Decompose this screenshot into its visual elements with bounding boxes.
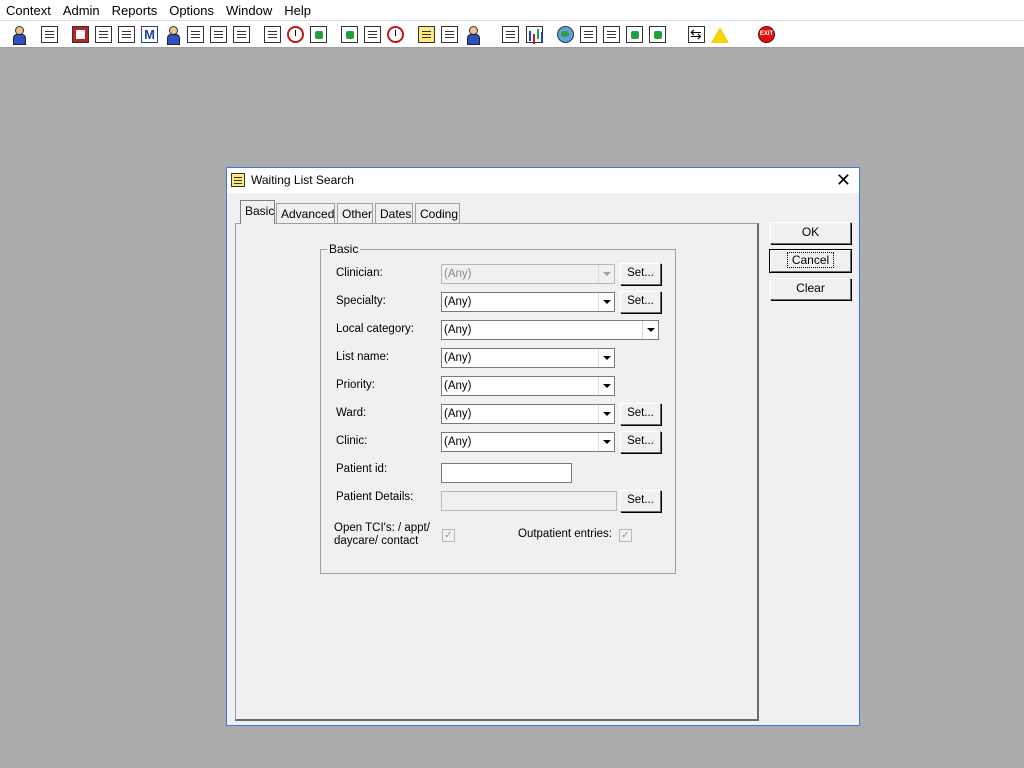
green-arrow-icon[interactable] (624, 24, 645, 45)
bed-icon[interactable] (439, 24, 460, 45)
chevron-down-icon[interactable] (598, 349, 614, 367)
clinician-set-button[interactable]: Set... (620, 263, 661, 285)
flag-icon[interactable] (208, 24, 229, 45)
menu-window[interactable]: Window (220, 3, 278, 18)
clinician-select: (Any) (441, 264, 615, 284)
tab-advanced[interactable]: Advanced (276, 203, 335, 224)
ok-button[interactable]: OK (770, 222, 851, 244)
chevron-down-icon[interactable] (598, 293, 614, 311)
notepad-icon[interactable] (416, 24, 437, 45)
specialty-value: (Any) (444, 296, 472, 308)
toolbar: M EXIT (0, 20, 1024, 48)
clinician-value: (Any) (444, 268, 472, 280)
tab-basic[interactable]: Basic (240, 200, 275, 224)
clinic-value: (Any) (444, 436, 472, 448)
priority-select[interactable]: (Any) (441, 376, 615, 396)
clear-button[interactable]: Clear (770, 278, 851, 300)
tab-dates[interactable]: Dates (375, 203, 413, 224)
green-check-icon[interactable] (647, 24, 668, 45)
tab-other[interactable]: Other (337, 203, 373, 224)
list-icon[interactable] (116, 24, 137, 45)
list-name-value: (Any) (444, 352, 472, 364)
waiting-list-search-dialog: Waiting List Search ✕ Basic Advanced Oth… (226, 167, 860, 726)
patient-details-field (441, 491, 617, 511)
list-name-select[interactable]: (Any) (441, 348, 615, 368)
ward-label: Ward: (336, 407, 367, 419)
clinic-select[interactable]: (Any) (441, 432, 615, 452)
menu-bar: Context Admin Reports Options Window Hel… (0, 0, 1024, 20)
specialty-set-button[interactable]: Set... (620, 291, 661, 313)
menu-options[interactable]: Options (163, 3, 220, 18)
list-name-label: List name: (336, 351, 390, 363)
menu-help[interactable]: Help (278, 3, 317, 18)
target-icon[interactable] (385, 24, 406, 45)
specialty-select[interactable]: (Any) (441, 292, 615, 312)
local-category-value: (Any) (444, 324, 472, 336)
notes-icon[interactable] (185, 24, 206, 45)
tools-icon[interactable] (262, 24, 283, 45)
checklist-icon[interactable] (578, 24, 599, 45)
local-category-label: Local category: (336, 323, 414, 335)
person-icon[interactable] (8, 24, 29, 45)
exit-icon[interactable]: EXIT (756, 24, 777, 45)
tab-coding[interactable]: Coding (415, 203, 460, 224)
cancel-button-label: Cancel (786, 252, 835, 268)
check-down-icon[interactable] (601, 24, 622, 45)
chevron-down-icon[interactable] (642, 321, 658, 339)
patient-icon[interactable] (162, 24, 183, 45)
report-icon[interactable] (362, 24, 383, 45)
open-tcis-label-line2: daycare/ contact (334, 535, 419, 547)
clock-icon[interactable] (285, 24, 306, 45)
menu-reports[interactable]: Reports (106, 3, 164, 18)
patient-details-set-button[interactable]: Set... (620, 490, 661, 512)
basic-groupbox: Basic Clinician: (Any) Set... Specialty:… (320, 242, 676, 574)
menu-context[interactable]: Context (0, 3, 57, 18)
m-icon[interactable]: M (139, 24, 160, 45)
page-icon[interactable] (500, 24, 521, 45)
patient-details-label: Patient Details: (336, 491, 414, 503)
chart-icon[interactable] (524, 24, 545, 45)
notepad-icon (231, 173, 245, 187)
menu-admin[interactable]: Admin (57, 3, 106, 18)
monitor-icon[interactable] (339, 24, 360, 45)
basic-tab-panel: Basic Clinician: (Any) Set... Specialty:… (235, 223, 759, 721)
chevron-down-icon[interactable] (598, 377, 614, 395)
outpatient-entries-checkbox: ✓ (619, 529, 632, 542)
document-icon[interactable] (39, 24, 60, 45)
close-icon[interactable]: ✕ (836, 170, 851, 190)
dialog-title: Waiting List Search (251, 173, 354, 187)
chevron-down-icon (598, 265, 614, 283)
patient-id-input[interactable] (441, 463, 572, 483)
local-category-select[interactable]: (Any) (441, 320, 659, 340)
group-label: Basic (327, 242, 361, 256)
outpatient-entries-label: Outpatient entries: (518, 528, 612, 540)
clinic-set-button[interactable]: Set... (620, 431, 661, 453)
specialty-label: Specialty: (336, 295, 386, 307)
open-tcis-label-line1: Open TCI's: / appt/ (334, 522, 430, 534)
clinic-label: Clinic: (336, 435, 368, 447)
clinician-label: Clinician: (336, 267, 383, 279)
chevron-down-icon[interactable] (598, 433, 614, 451)
edit-icon[interactable] (93, 24, 114, 45)
transfer-icon[interactable] (462, 24, 483, 45)
ward-value: (Any) (444, 408, 472, 420)
dialog-titlebar[interactable]: Waiting List Search ✕ (227, 168, 859, 193)
open-tcis-checkbox: ✓ (442, 529, 455, 542)
flag-alt-icon[interactable] (231, 24, 252, 45)
priority-label: Priority: (336, 379, 375, 391)
ward-set-button[interactable]: Set... (620, 403, 661, 425)
warning-icon[interactable] (709, 24, 730, 45)
patient-id-label: Patient id: (336, 463, 388, 475)
swap-icon[interactable] (686, 24, 707, 45)
screen-icon[interactable] (308, 24, 329, 45)
globe-icon[interactable] (555, 24, 576, 45)
book-icon[interactable] (70, 24, 91, 45)
priority-value: (Any) (444, 380, 472, 392)
ward-select[interactable]: (Any) (441, 404, 615, 424)
chevron-down-icon[interactable] (598, 405, 614, 423)
cancel-button[interactable]: Cancel (769, 249, 852, 273)
